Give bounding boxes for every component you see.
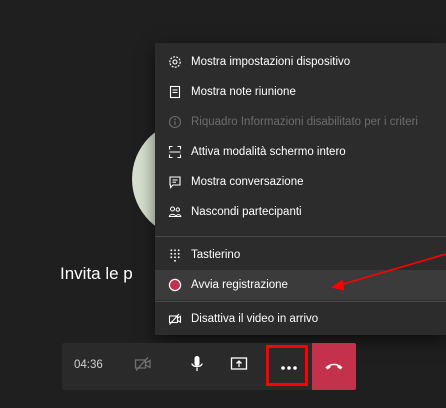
annotation-arrow <box>331 253 446 291</box>
